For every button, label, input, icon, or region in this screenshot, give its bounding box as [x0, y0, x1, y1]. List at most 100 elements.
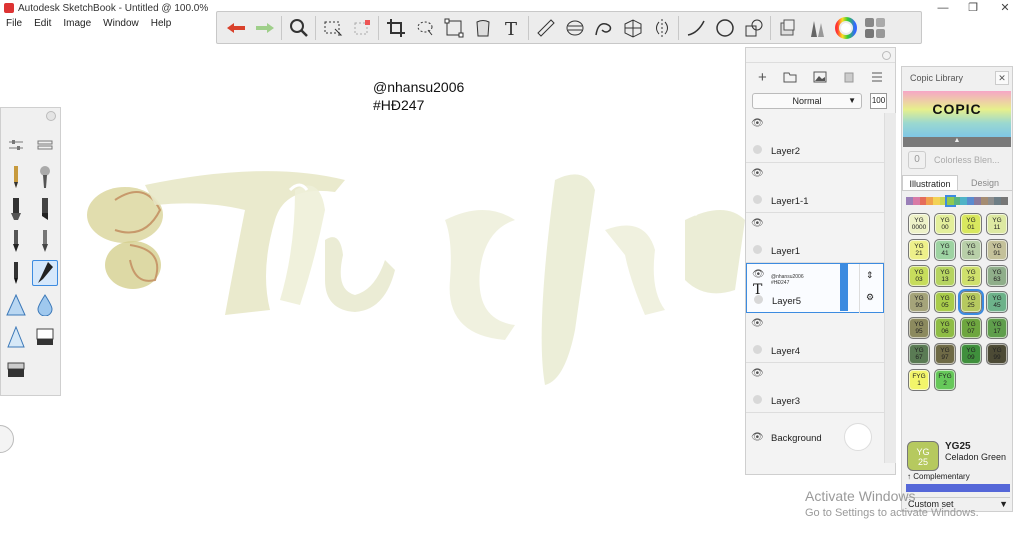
- eye-icon[interactable]: 👁: [751, 432, 764, 443]
- tab-design[interactable]: Design: [958, 175, 1012, 190]
- palette-icon[interactable]: [860, 13, 889, 42]
- copic-swatch[interactable]: YG 99: [986, 343, 1008, 365]
- brush-set-icon[interactable]: [802, 13, 831, 42]
- panel-close-icon[interactable]: [46, 111, 56, 121]
- menu-image[interactable]: Image: [57, 16, 97, 32]
- layer-opacity-slider[interactable]: [840, 264, 848, 311]
- text-icon[interactable]: T: [497, 13, 526, 42]
- layer-lock-icon[interactable]: [753, 245, 762, 254]
- tab-illustration[interactable]: Illustration: [902, 175, 958, 190]
- crop-icon[interactable]: [381, 13, 410, 42]
- copic-swatch[interactable]: YG 41: [934, 239, 956, 261]
- copic-swatch[interactable]: YG 61: [960, 239, 982, 261]
- close-icon[interactable]: ✕: [995, 71, 1009, 85]
- symmetry-icon[interactable]: [647, 13, 676, 42]
- background-color-swatch[interactable]: [844, 423, 872, 451]
- lasso-icon[interactable]: [410, 13, 439, 42]
- copic-swatch[interactable]: YG 05: [934, 291, 956, 313]
- circle-icon[interactable]: [710, 13, 739, 42]
- menu-edit[interactable]: Edit: [28, 16, 57, 32]
- layer-lock-icon[interactable]: [753, 395, 762, 404]
- menu-window[interactable]: Window: [97, 16, 145, 32]
- stroke-icon[interactable]: [681, 13, 710, 42]
- layer-lock-icon[interactable]: [753, 195, 762, 204]
- pen-brush-icon[interactable]: [3, 228, 29, 254]
- close-button[interactable]: ✕: [990, 1, 1020, 15]
- copic-swatch[interactable]: YG 95: [908, 317, 930, 339]
- color-family-strip[interactable]: [906, 195, 1008, 207]
- copic-swatch[interactable]: YG 91: [986, 239, 1008, 261]
- eye-icon[interactable]: 👁: [751, 218, 764, 229]
- brush-library-icon[interactable]: [32, 132, 58, 158]
- layer-lock-icon[interactable]: [754, 295, 763, 304]
- distort-icon[interactable]: [439, 13, 468, 42]
- transform-icon[interactable]: [347, 13, 376, 42]
- fountain-pen-icon[interactable]: [32, 260, 59, 286]
- ink-pen-icon[interactable]: [32, 228, 58, 254]
- eraser-icon[interactable]: [32, 324, 58, 350]
- minimize-button[interactable]: —: [928, 1, 958, 15]
- colorless-blender[interactable]: 0 Colorless Blen...: [902, 147, 1012, 173]
- copic-swatch[interactable]: YG 67: [908, 343, 930, 365]
- layer-menu-icon[interactable]: [871, 72, 883, 82]
- layer-opacity-field[interactable]: 100: [870, 93, 887, 109]
- copic-swatch[interactable]: YG 11: [986, 213, 1008, 235]
- copic-swatch[interactable]: YG 63: [986, 265, 1008, 287]
- ellipse-icon[interactable]: [560, 13, 589, 42]
- copic-swatch[interactable]: YG 13: [934, 265, 956, 287]
- copic-swatch[interactable]: YG 00: [934, 213, 956, 235]
- copic-swatch[interactable]: YG 25: [958, 289, 984, 315]
- complementary-color-bar[interactable]: [906, 484, 1010, 492]
- layer-settings-icon[interactable]: ⚙: [866, 292, 874, 303]
- eye-icon[interactable]: 👁: [752, 269, 765, 280]
- clear-layer-icon[interactable]: [843, 71, 855, 83]
- add-image-icon[interactable]: [813, 71, 827, 83]
- eye-icon[interactable]: 👁: [751, 318, 764, 329]
- layer-item[interactable]: 👁 Layer3: [746, 363, 884, 413]
- layer-item-active[interactable]: 👁 T @nhansu2006 #HĐ247 Layer5 ⇕ ⚙: [746, 263, 884, 313]
- lagoon-menu-button[interactable]: [0, 425, 14, 453]
- pencil-brush-icon[interactable]: [3, 164, 29, 190]
- ballpoint-pen-icon[interactable]: [3, 260, 29, 286]
- copic-collapse-bar[interactable]: ▲: [903, 137, 1011, 147]
- add-group-icon[interactable]: [783, 71, 797, 83]
- smudge-brush-icon[interactable]: [3, 292, 29, 318]
- chisel-brush-icon[interactable]: [32, 196, 58, 222]
- layer-item[interactable]: 👁 Layer1: [746, 213, 884, 263]
- eye-icon[interactable]: 👁: [751, 368, 764, 379]
- fill-icon[interactable]: [468, 13, 497, 42]
- copic-swatch[interactable]: YG 21: [908, 239, 930, 261]
- copic-swatch[interactable]: YG 17: [986, 317, 1008, 339]
- ruler-icon[interactable]: [531, 13, 560, 42]
- blend-mode-select[interactable]: Normal ▼: [752, 93, 862, 109]
- copic-icon[interactable]: [773, 13, 802, 42]
- layer-scrollbar[interactable]: [884, 113, 896, 463]
- airbrush-icon[interactable]: [32, 164, 58, 190]
- sharpen-brush-icon[interactable]: [3, 324, 29, 350]
- layer-lock-icon[interactable]: [753, 145, 762, 154]
- colorless-blender-swatch[interactable]: 0: [908, 151, 926, 169]
- perspective-icon[interactable]: [618, 13, 647, 42]
- panel-close-icon[interactable]: [882, 51, 891, 60]
- move-layer-icon[interactable]: ⇕: [866, 270, 874, 281]
- eye-icon[interactable]: 👁: [751, 118, 764, 129]
- marker-brush-icon[interactable]: [3, 196, 29, 222]
- add-layer-icon[interactable]: +: [758, 69, 767, 86]
- maximize-button[interactable]: ❐: [958, 1, 988, 15]
- hard-eraser-icon[interactable]: [3, 356, 29, 382]
- background-layer[interactable]: 👁 Background: [746, 413, 884, 463]
- copic-swatch[interactable]: YG 93: [908, 291, 930, 313]
- shapes-icon[interactable]: [739, 13, 768, 42]
- layer-item[interactable]: 👁 Layer2: [746, 113, 884, 163]
- color-wheel-icon[interactable]: [831, 13, 860, 42]
- select-icon[interactable]: [318, 13, 347, 42]
- copic-swatch[interactable]: YG 23: [960, 265, 982, 287]
- menu-help[interactable]: Help: [145, 16, 178, 32]
- french-curve-icon[interactable]: [589, 13, 618, 42]
- redo-icon[interactable]: [250, 13, 279, 42]
- zoom-icon[interactable]: [284, 13, 313, 42]
- copic-swatch[interactable]: FYG 2: [934, 369, 956, 391]
- menu-file[interactable]: File: [0, 16, 28, 32]
- copic-swatch[interactable]: YG 07: [960, 317, 982, 339]
- copic-swatch[interactable]: FYG 1: [908, 369, 930, 391]
